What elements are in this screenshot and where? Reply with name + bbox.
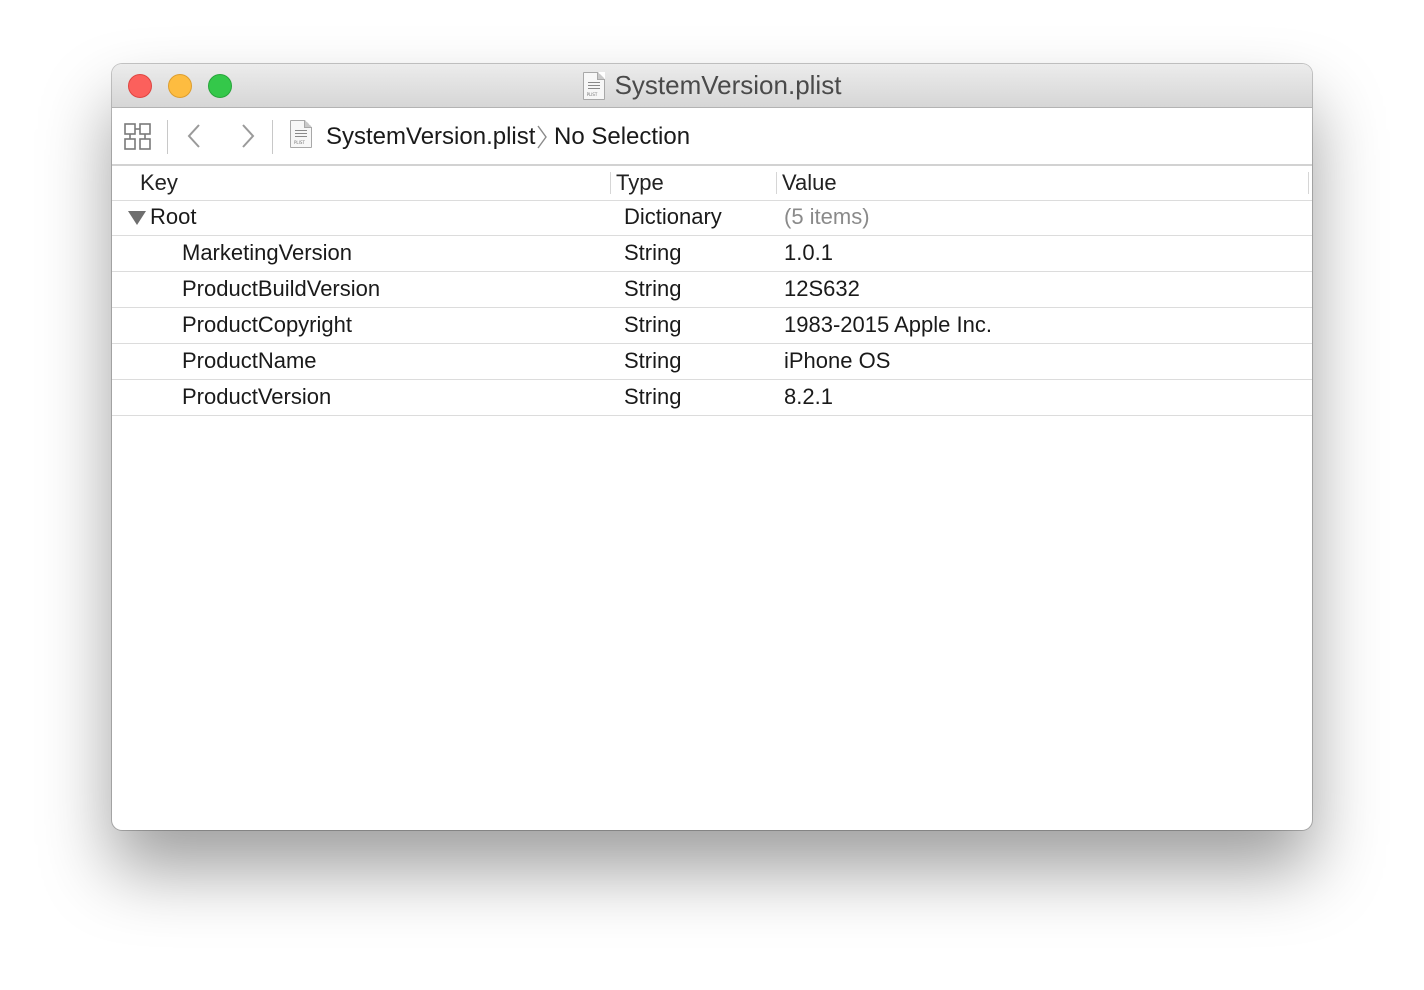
- column-header-value[interactable]: Value: [782, 170, 837, 196]
- disclosure-triangle-icon[interactable]: [128, 211, 146, 225]
- related-items-grid-icon[interactable]: [124, 123, 152, 151]
- plist-editor-window: PLIST SystemVersion.plist PLIST SystemVe…: [112, 64, 1312, 830]
- row-key: ProductName: [182, 348, 317, 373]
- row-type: String: [624, 312, 682, 337]
- root-row[interactable]: Root Dictionary (5 items): [112, 200, 1312, 236]
- jump-bar: PLIST SystemVersion.plist No Selection: [112, 108, 1312, 166]
- row-value: (5 items): [784, 204, 870, 229]
- plist-file-icon: PLIST: [582, 71, 605, 100]
- breadcrumb-file[interactable]: SystemVersion.plist: [326, 123, 535, 151]
- table-row[interactable]: MarketingVersion String 1.0.1: [112, 236, 1312, 272]
- row-key: ProductVersion: [182, 384, 332, 409]
- table-row[interactable]: ProductCopyright String 1983-2015 Apple …: [112, 308, 1312, 344]
- toolbar-separator: [167, 120, 168, 154]
- column-header: Key Type Value: [112, 166, 1312, 201]
- back-arrow-icon[interactable]: [184, 122, 206, 150]
- file-icon-tag: PLIST: [586, 91, 598, 97]
- row-type: String: [624, 276, 682, 301]
- row-type: Dictionary: [624, 204, 722, 229]
- table-row[interactable]: ProductBuildVersion String 12S632: [112, 272, 1312, 308]
- plist-outline: Root Dictionary (5 items) MarketingVersi…: [112, 200, 1312, 416]
- window-title: SystemVersion.plist: [614, 70, 842, 100]
- breadcrumb-selection[interactable]: No Selection: [554, 123, 690, 151]
- window-title-group: PLIST SystemVersion.plist: [112, 64, 1312, 107]
- column-divider[interactable]: [776, 172, 777, 194]
- column-divider[interactable]: [610, 172, 611, 194]
- row-key: ProductBuildVersion: [182, 276, 381, 301]
- row-value: 1.0.1: [784, 240, 833, 265]
- forward-arrow-icon[interactable]: [236, 122, 258, 150]
- table-row[interactable]: ProductName String iPhone OS: [112, 344, 1312, 380]
- row-value: 12S632: [784, 276, 860, 301]
- row-value: 8.2.1: [784, 384, 833, 409]
- row-value: 1983-2015 Apple Inc.: [784, 312, 992, 337]
- row-type: String: [624, 384, 682, 409]
- column-divider[interactable]: [1308, 172, 1309, 194]
- column-header-key[interactable]: Key: [140, 170, 178, 196]
- table-row[interactable]: ProductVersion String 8.2.1: [112, 380, 1312, 416]
- row-key: MarketingVersion: [182, 240, 352, 265]
- row-key: ProductCopyright: [182, 312, 352, 337]
- row-value: iPhone OS: [784, 348, 891, 373]
- row-key: Root: [150, 204, 197, 229]
- row-type: String: [624, 348, 682, 373]
- toolbar-separator: [272, 120, 273, 154]
- breadcrumb-chevron-icon: [537, 125, 547, 149]
- row-type: String: [624, 240, 682, 265]
- file-icon-tag: PLIST: [294, 140, 305, 145]
- title-bar[interactable]: PLIST SystemVersion.plist: [112, 64, 1312, 108]
- column-header-type[interactable]: Type: [616, 170, 664, 196]
- breadcrumb-plist-file-icon: PLIST: [290, 120, 312, 148]
